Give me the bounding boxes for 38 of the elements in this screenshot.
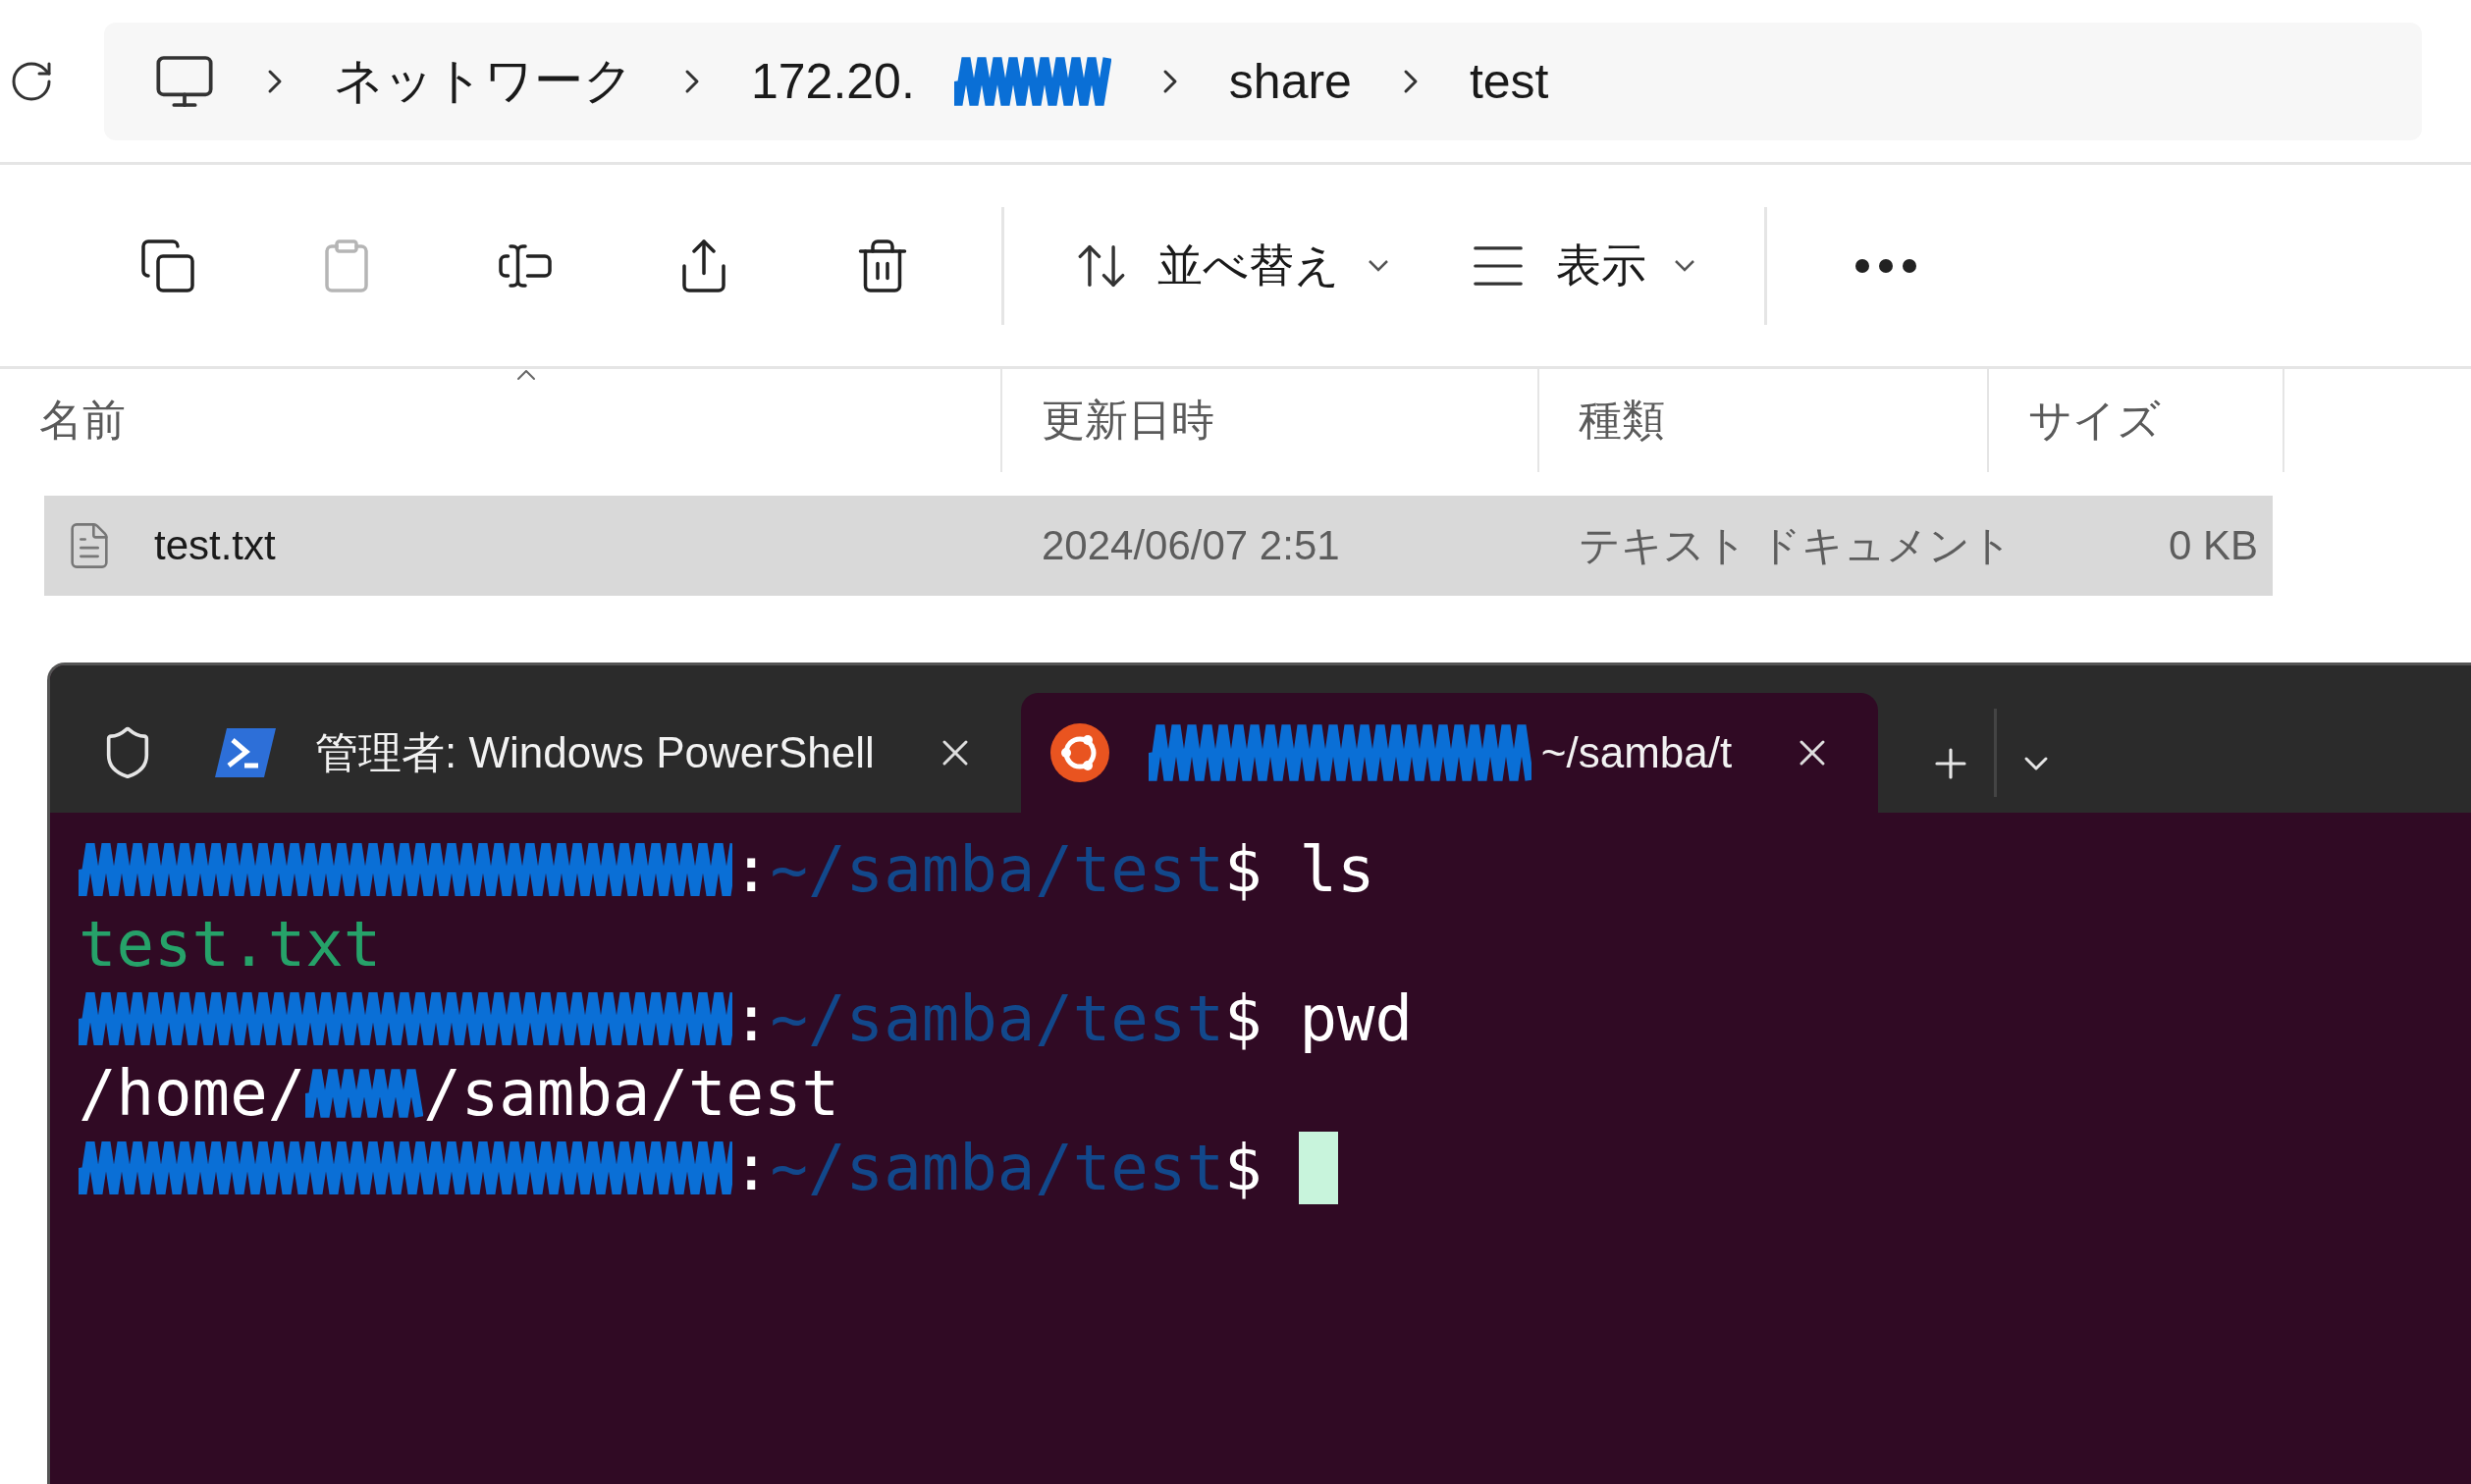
caret-icon [1674,259,1695,272]
prompt-colon: : [732,1132,771,1204]
view-button[interactable]: 表示 [1428,206,1735,325]
caret-icon [1368,259,1389,272]
prompt-sign: $ [1223,833,1262,906]
prompt-colon: : [732,982,771,1055]
breadcrumb-item[interactable]: 172.20. [751,52,915,110]
circle-logo-icon [1049,723,1109,782]
breadcrumb-item[interactable]: share [1228,52,1352,110]
terminal-tab[interactable]: 管理者: Windows PowerShell [176,693,1021,813]
sort-button[interactable]: 並べ替え [1034,206,1428,325]
tab-title: ~/samba/t [1540,728,1733,777]
prompt-path: ~/samba/test [770,982,1224,1055]
file-row[interactable]: test.txt 2024/06/07 2:51 テキスト ドキュメント 0 KB [44,496,2273,596]
terminal-prompt-icon [215,728,276,777]
output-text: /home/ [79,1057,306,1130]
output-text: test.txt [79,908,382,980]
column-header[interactable]: 更新日時 [1002,369,1539,472]
column-header[interactable]: 種類 [1539,369,1989,472]
command-text: pwd [1299,982,1414,1055]
ellipsis-icon [1855,258,1916,273]
column-header[interactable]: サイズ [1989,369,2284,472]
size-cell-text: 0 KB [2167,522,2259,569]
terminal-tab[interactable]: ~/samba/t [1020,693,1879,813]
prompt-path: ~/samba/test [770,1132,1224,1204]
prompt-colon: : [732,833,771,906]
prompt-sign: $ [1223,1132,1262,1204]
command-text: ls [1299,833,1375,906]
type-cell-text: テキスト ドキュメント [1578,521,2014,570]
tab-title: 管理者: Windows PowerShell [315,726,875,778]
output-text: /samba/test [423,1057,840,1130]
breadcrumb-item[interactable]: ネットワーク [334,48,633,114]
prompt-sign: $ [1223,982,1262,1055]
date-cell-text: 2024/06/07 2:51 [1041,522,1341,569]
file-name: test.txt [154,522,276,569]
prompt-path: ~/samba/test [770,833,1224,906]
breadcrumb-item[interactable]: test [1469,52,1549,110]
column-header[interactable]: 名前 [0,369,1002,472]
